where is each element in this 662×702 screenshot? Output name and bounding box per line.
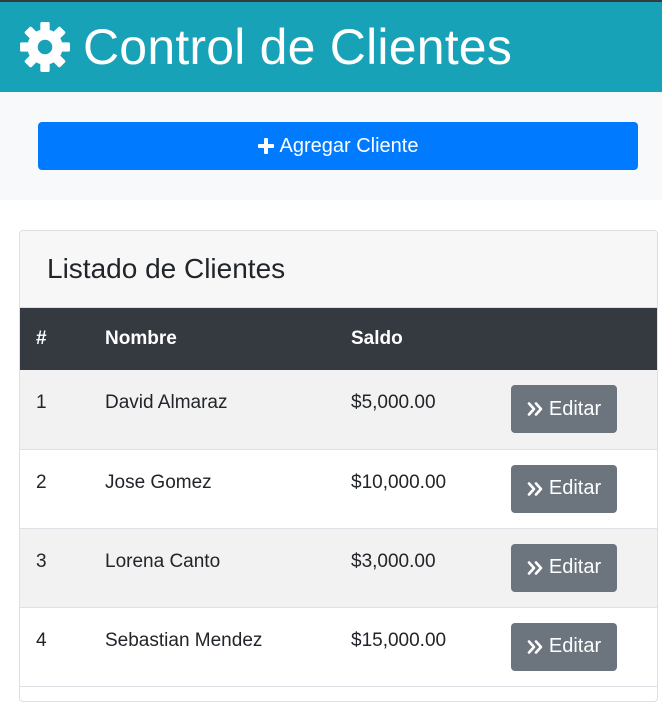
add-client-label: Agregar Cliente xyxy=(279,134,419,157)
column-actions-header xyxy=(511,308,657,370)
edit-client-button[interactable]: Editar xyxy=(511,464,617,513)
angle-double-right-icon xyxy=(527,639,543,654)
row-actions: Editar xyxy=(511,528,657,607)
edit-label: Editar xyxy=(548,556,602,578)
gear-icon xyxy=(20,22,70,72)
clients-list-title: Listado de Clientes xyxy=(47,253,286,284)
column-name-header: Nombre xyxy=(105,328,177,349)
edit-label: Editar xyxy=(548,635,602,657)
actions-bar: Agregar Cliente xyxy=(0,92,662,200)
table-row: 1 David Almaraz $5,000.00 Editar xyxy=(20,370,657,449)
edit-label: Editar xyxy=(548,477,602,499)
client-name: David Almaraz xyxy=(105,392,228,413)
app-header: Control de Clientes xyxy=(0,2,662,92)
client-balance: $10,000.00 xyxy=(351,471,447,493)
client-name: Jose Gomez xyxy=(105,471,212,493)
clients-card: Listado de Clientes # Nombre Saldo 1 Dav… xyxy=(19,230,658,702)
card-header: Listado de Clientes xyxy=(20,231,657,308)
column-balance-header: Saldo xyxy=(351,328,403,349)
client-name: Sebastian Mendez xyxy=(105,629,263,651)
table-row: 2 Jose Gomez $10,000.00 Editar xyxy=(20,449,657,528)
clients-table: # Nombre Saldo 1 David Almaraz $5,000.00 xyxy=(20,308,657,687)
row-number: 4 xyxy=(36,629,47,651)
angle-double-right-icon xyxy=(527,481,543,496)
angle-double-right-icon xyxy=(527,560,543,575)
row-number: 2 xyxy=(36,471,47,493)
table-row: 4 Sebastian Mendez $15,000.00 Editar xyxy=(20,607,657,686)
edit-client-button[interactable]: Editar xyxy=(511,543,617,592)
edit-client-button[interactable]: Editar xyxy=(511,385,617,433)
row-actions: Editar xyxy=(511,449,657,528)
edit-label: Editar xyxy=(548,397,602,420)
client-balance: $5,000.00 xyxy=(351,392,436,413)
client-name: Lorena Canto xyxy=(105,550,221,572)
client-balance: $3,000.00 xyxy=(351,550,436,572)
table-row: 3 Lorena Canto $3,000.00 Editar xyxy=(20,528,657,607)
client-balance: $15,000.00 xyxy=(351,629,447,651)
row-actions: Editar xyxy=(511,607,657,686)
angle-double-right-icon xyxy=(527,402,543,416)
column-number-header: # xyxy=(36,328,47,349)
row-number: 1 xyxy=(36,392,47,413)
edit-client-button[interactable]: Editar xyxy=(511,622,617,671)
plus-icon xyxy=(257,138,274,154)
add-client-button[interactable]: Agregar Cliente xyxy=(38,122,638,170)
row-number: 3 xyxy=(36,550,47,572)
row-actions: Editar xyxy=(511,370,657,449)
page-title: Control de Clientes xyxy=(83,19,513,75)
table-header-row: # Nombre Saldo xyxy=(20,308,657,370)
